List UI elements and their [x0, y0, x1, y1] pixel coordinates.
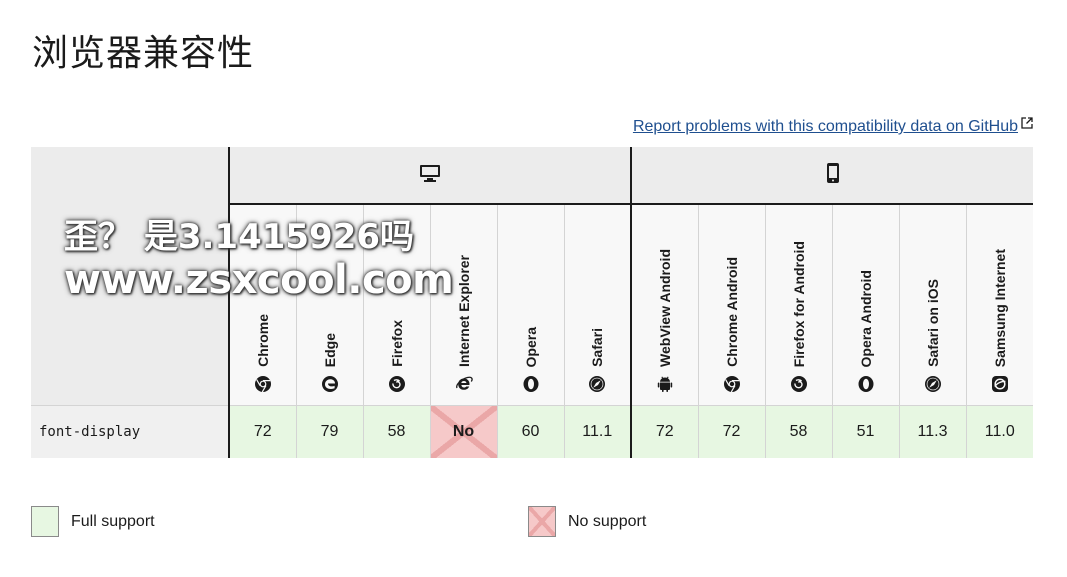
mobile-icon: [826, 162, 839, 183]
support-cell-full[interactable]: 72: [630, 405, 698, 458]
browser-header: Opera Android: [831, 204, 899, 406]
safari-icon: [924, 376, 941, 392]
opera-icon: [523, 376, 538, 392]
browser-header: WebView Android: [630, 204, 698, 406]
browser-name: Edge: [321, 332, 338, 367]
support-cell-no[interactable]: No: [429, 405, 497, 458]
browser-header: Safari: [563, 204, 631, 406]
edge-icon: [321, 376, 338, 392]
support-cell-full[interactable]: 11.3: [898, 405, 966, 458]
browser-name: Firefox for Android: [790, 240, 807, 367]
browser-header: Firefox: [362, 204, 430, 406]
browser-name: Chrome: [254, 314, 271, 367]
browser-header: Firefox for Android: [764, 204, 832, 406]
full-support-swatch: [31, 506, 59, 537]
table-corner: [31, 147, 230, 406]
support-cell-full[interactable]: 11.0: [965, 405, 1033, 458]
samsung-icon: [991, 376, 1008, 392]
browser-header: Chrome: [229, 204, 296, 406]
no-support-swatch: [528, 506, 556, 537]
browser-name: Internet Explorer: [455, 254, 472, 367]
support-cell-full[interactable]: 58: [764, 405, 832, 458]
chrome-icon: [723, 376, 740, 393]
browser-name: Opera Android: [857, 269, 874, 368]
platform-desktop: [229, 147, 632, 205]
platform-mobile: [631, 147, 1033, 205]
support-cell-full[interactable]: 79: [295, 405, 363, 458]
report-link-label: Report problems with this compatibility …: [632, 118, 1018, 135]
external-link-icon: [1021, 117, 1033, 129]
browser-header: Edge: [295, 204, 363, 406]
legend-no-label: No support: [568, 512, 647, 530]
browser-name: Chrome Android: [723, 257, 740, 367]
compat-table: Chrome Edge Firefox Internet Explorer Opera S…: [31, 147, 1033, 458]
browser-name: Opera: [522, 326, 539, 367]
browser-header: Samsung Internet: [965, 204, 1033, 406]
ie-icon: [455, 376, 473, 390]
browser-name: Samsung Internet: [991, 248, 1008, 367]
desktop-icon: [420, 164, 440, 182]
browser-header: Chrome Android: [697, 204, 765, 406]
support-cell-full[interactable]: 51: [831, 405, 899, 458]
browser-name: Firefox: [388, 320, 405, 367]
page-title: 浏览器兼容性: [32, 33, 255, 74]
android-icon: [657, 376, 672, 392]
legend-full-support: Full support: [31, 506, 155, 537]
support-cell-full[interactable]: 72: [697, 405, 765, 458]
legend-full-label: Full support: [71, 512, 155, 530]
safari-icon: [589, 376, 606, 392]
support-cell-full[interactable]: 58: [362, 405, 430, 458]
browser-header: Internet Explorer: [429, 204, 497, 406]
browser-name: WebView Android: [656, 249, 673, 367]
browser-name: Safari on iOS: [924, 279, 941, 367]
browser-name: Safari: [589, 328, 606, 367]
firefox-icon: [388, 376, 405, 392]
browser-header: Safari on iOS: [898, 204, 966, 406]
browser-header: Opera: [496, 204, 564, 406]
support-cell-full[interactable]: 72: [229, 405, 296, 458]
firefox-icon: [790, 376, 807, 392]
report-problems-link[interactable]: Report problems with this compatibility …: [633, 117, 1033, 136]
legend-no-support: No support: [528, 506, 646, 537]
chrome-icon: [254, 376, 271, 393]
feature-name[interactable]: font-display: [31, 405, 230, 458]
support-cell-full[interactable]: 11.1: [563, 405, 631, 458]
opera-icon: [858, 376, 873, 392]
support-cell-full[interactable]: 60: [496, 405, 564, 458]
